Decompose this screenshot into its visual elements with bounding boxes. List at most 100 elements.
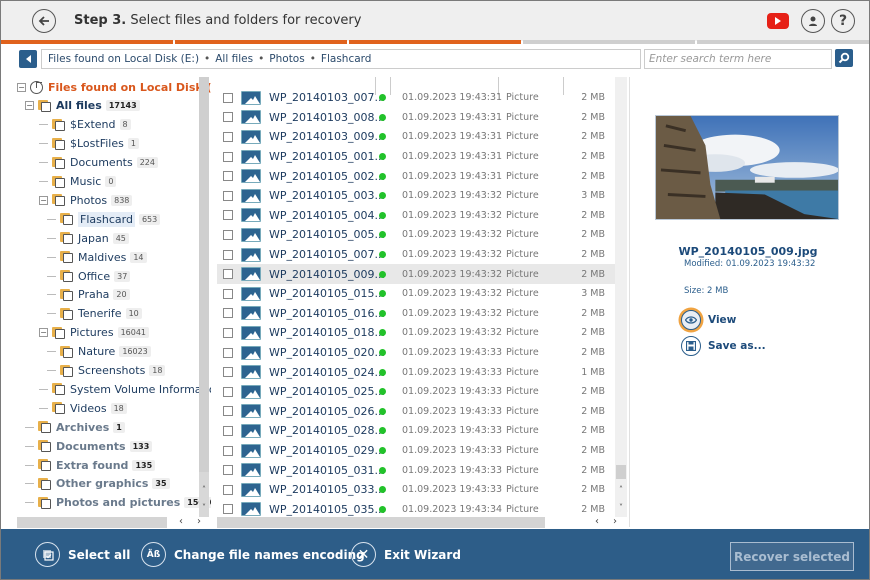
tree-item[interactable]: Archives 1 bbox=[25, 418, 125, 436]
tree-vertical-scrollbar[interactable]: ˄ ˅ bbox=[199, 77, 209, 517]
folder-checkbox-icon[interactable] bbox=[60, 232, 73, 245]
tree-item[interactable]: Other graphics 35 bbox=[25, 475, 170, 493]
file-row[interactable]: WP_20140105_031... 01.09.2023 19:43:33 Pic… bbox=[217, 460, 615, 480]
file-row[interactable]: WP_20140105_015... 01.09.2023 19:43:32 Pic… bbox=[217, 284, 615, 304]
list-scroll-up-icon[interactable]: ˄ bbox=[615, 485, 627, 494]
file-row[interactable]: WP_20140105_009... 01.09.2023 19:43:32 Pic… bbox=[217, 264, 615, 284]
folder-checkbox-icon[interactable] bbox=[38, 496, 51, 509]
collapse-icon[interactable]: − bbox=[17, 82, 26, 92]
file-row[interactable]: WP_20140105_001... 01.09.2023 19:43:31 Pic… bbox=[217, 147, 615, 167]
collapse-icon[interactable]: − bbox=[39, 195, 48, 205]
file-checkbox[interactable] bbox=[223, 92, 233, 103]
file-row[interactable]: WP_20140103_008... 01.09.2023 19:43:31 Pic… bbox=[217, 108, 615, 128]
list-hscroll-thumb[interactable] bbox=[217, 517, 545, 528]
tree-item[interactable]: Documents 133 bbox=[25, 437, 153, 455]
file-row[interactable]: WP_20140105_004... 01.09.2023 19:43:32 Pic… bbox=[217, 206, 615, 226]
list-scroll-thumb[interactable] bbox=[616, 465, 626, 479]
tree-item[interactable]: Videos 18 bbox=[39, 399, 127, 417]
folder-checkbox-icon[interactable] bbox=[52, 137, 65, 150]
exit-wizard-button[interactable]: ✕ Exit Wizard bbox=[351, 542, 461, 567]
file-checkbox[interactable] bbox=[223, 504, 233, 515]
collapse-icon[interactable]: − bbox=[25, 101, 34, 111]
breadcrumb-item[interactable]: All files bbox=[215, 53, 253, 65]
tree-item[interactable]: Flashcard 653 bbox=[47, 210, 161, 228]
tree-scroll-up-icon[interactable]: ˄ bbox=[199, 485, 209, 494]
file-checkbox[interactable] bbox=[223, 249, 233, 260]
tree-item[interactable]: $Extend 8 bbox=[39, 116, 131, 134]
tree-item[interactable]: − All files 17143 bbox=[25, 97, 140, 115]
tree-item[interactable]: − Photos 838 bbox=[39, 191, 133, 209]
file-row[interactable]: WP_20140105_029... 01.09.2023 19:43:33 Pic… bbox=[217, 441, 615, 461]
file-row[interactable]: WP_20140105_035... 01.09.2023 19:43:34 Pic… bbox=[217, 500, 615, 517]
file-checkbox[interactable] bbox=[223, 229, 233, 240]
file-row[interactable]: WP_20140105_020... 01.09.2023 19:43:33 Pic… bbox=[217, 343, 615, 363]
folder-checkbox-icon[interactable] bbox=[52, 156, 65, 169]
tree-hscroll-thumb[interactable] bbox=[17, 517, 167, 528]
file-checkbox[interactable] bbox=[223, 425, 233, 436]
back-button[interactable] bbox=[32, 9, 56, 33]
folder-checkbox-icon[interactable] bbox=[52, 175, 65, 188]
breadcrumb-item[interactable]: Flashcard bbox=[321, 53, 372, 65]
search-button[interactable] bbox=[835, 49, 853, 67]
file-checkbox[interactable] bbox=[223, 484, 233, 495]
file-row[interactable]: WP_20140105_005... 01.09.2023 19:43:32 Pic… bbox=[217, 225, 615, 245]
file-checkbox[interactable] bbox=[223, 347, 233, 358]
tree-item[interactable]: Office 37 bbox=[47, 267, 131, 285]
collapse-icon[interactable]: − bbox=[39, 328, 48, 338]
tree-item[interactable]: Tenerife 10 bbox=[47, 305, 142, 323]
search-input[interactable] bbox=[644, 49, 832, 69]
file-checkbox[interactable] bbox=[223, 308, 233, 319]
list-horizontal-scrollbar[interactable]: ‹ › bbox=[217, 516, 627, 528]
list-scroll-left-icon[interactable]: ‹ bbox=[595, 516, 599, 527]
tree-item[interactable]: − Files found on Local Disk (E:) bbox=[17, 78, 211, 96]
file-checkbox[interactable] bbox=[223, 327, 233, 338]
file-row[interactable]: WP_20140105_018... 01.09.2023 19:43:32 Pic… bbox=[217, 323, 615, 343]
file-checkbox[interactable] bbox=[223, 465, 233, 476]
tree-scroll-down-icon[interactable]: ˅ bbox=[199, 503, 209, 512]
list-scroll-down-icon[interactable]: ˅ bbox=[615, 503, 627, 512]
user-button[interactable] bbox=[801, 9, 825, 33]
file-checkbox[interactable] bbox=[223, 190, 233, 201]
save-as-button[interactable]: Save as... bbox=[681, 336, 766, 356]
folder-checkbox-icon[interactable] bbox=[38, 440, 51, 453]
file-checkbox[interactable] bbox=[223, 131, 233, 142]
folder-checkbox-icon[interactable] bbox=[60, 307, 73, 320]
tree-item[interactable]: System Volume Information2 bbox=[39, 380, 211, 398]
tree-horizontal-scrollbar[interactable]: ‹ › bbox=[17, 516, 209, 528]
folder-checkbox-icon[interactable] bbox=[60, 213, 73, 226]
file-checkbox[interactable] bbox=[223, 210, 233, 221]
folder-checkbox-icon[interactable] bbox=[38, 477, 51, 490]
recover-selected-button[interactable]: Recover selected bbox=[730, 542, 854, 571]
tree-item[interactable]: Praha 20 bbox=[47, 286, 130, 304]
file-row[interactable]: WP_20140105_033... 01.09.2023 19:43:33 Pic… bbox=[217, 480, 615, 500]
folder-checkbox-icon[interactable] bbox=[52, 194, 65, 207]
file-checkbox[interactable] bbox=[223, 288, 233, 299]
breadcrumb-item[interactable]: Files found on Local Disk (E:) bbox=[48, 53, 199, 65]
file-checkbox[interactable] bbox=[223, 171, 233, 182]
tree-scroll-right-icon[interactable]: › bbox=[197, 516, 201, 527]
change-encoding-button[interactable]: Äß Change file names encoding bbox=[141, 542, 365, 567]
breadcrumb-item[interactable]: Photos bbox=[269, 53, 304, 65]
folder-checkbox-icon[interactable] bbox=[60, 345, 73, 358]
tree-item[interactable]: Screenshots 18 bbox=[47, 362, 166, 380]
youtube-icon[interactable] bbox=[767, 13, 789, 29]
help-button[interactable]: ? bbox=[831, 9, 855, 33]
tree-item[interactable]: Documents 224 bbox=[39, 154, 158, 172]
file-row[interactable]: WP_20140105_003... 01.09.2023 19:43:32 Pic… bbox=[217, 186, 615, 206]
view-button[interactable]: View bbox=[681, 310, 736, 330]
file-row[interactable]: WP_20140103_007... 01.09.2023 19:43:31 Pic… bbox=[217, 88, 615, 108]
file-row[interactable]: WP_20140105_025... 01.09.2023 19:43:33 Pic… bbox=[217, 382, 615, 402]
folder-checkbox-icon[interactable] bbox=[38, 99, 51, 112]
select-all-button[interactable]: Select all bbox=[35, 542, 130, 567]
folder-checkbox-icon[interactable] bbox=[60, 251, 73, 264]
file-row[interactable]: WP_20140105_016... 01.09.2023 19:43:32 Pic… bbox=[217, 304, 615, 324]
folder-checkbox-icon[interactable] bbox=[52, 383, 65, 396]
tree-item[interactable]: − Pictures 16041 bbox=[39, 324, 150, 342]
file-checkbox[interactable] bbox=[223, 386, 233, 397]
file-checkbox[interactable] bbox=[223, 269, 233, 280]
tree-item[interactable]: Japan 45 bbox=[47, 229, 129, 247]
folder-checkbox-icon[interactable] bbox=[38, 421, 51, 434]
file-row[interactable]: WP_20140103_009... 01.09.2023 19:43:31 Pic… bbox=[217, 127, 615, 147]
tree-item[interactable]: Music 0 bbox=[39, 173, 117, 191]
folder-checkbox-icon[interactable] bbox=[60, 288, 73, 301]
